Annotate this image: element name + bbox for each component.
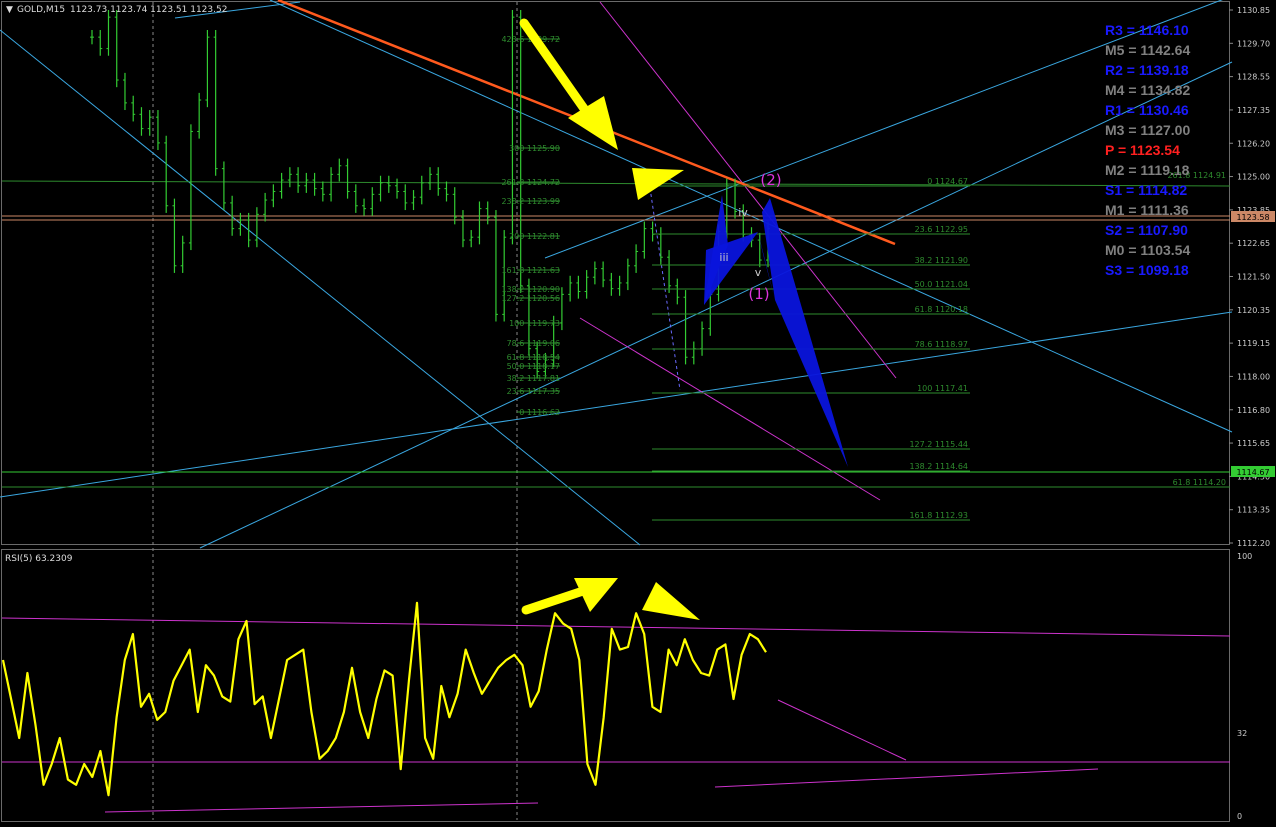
fib-level-label: 50.0 1118.17 <box>507 362 560 371</box>
price-axis-label: 1120.35 <box>1237 306 1270 315</box>
rsi-axis-label: 32 <box>1237 729 1247 738</box>
fib-level-label: 138.2 1114.64 <box>909 462 968 471</box>
wave-label-2: (2) <box>760 171 781 189</box>
rsi-axis-label: 100 <box>1237 552 1252 561</box>
fib-level-label: 38.2 1121.90 <box>915 256 968 265</box>
pivot-level-label: P = 1123.54 <box>1105 142 1180 158</box>
price-axis-label: 1116.80 <box>1237 406 1270 415</box>
price-axis-label: 1130.85 <box>1237 6 1270 15</box>
price-axis-label: 1129.70 <box>1237 39 1270 48</box>
fib-level-label: 261.8 1124.72 <box>501 178 560 187</box>
chart-window[interactable]: 423.6 1129.72 300 1125.90 261.8 1124.72 238… <box>0 0 1276 823</box>
rsi-axis-label: 0 <box>1237 812 1242 821</box>
price-axis-label: 1126.20 <box>1237 139 1270 148</box>
price-axis-label: 1115.65 <box>1237 439 1270 448</box>
price-axis-label: 1127.35 <box>1237 106 1270 115</box>
chart-background <box>0 0 1276 823</box>
pivot-level-label: M0 = 1103.54 <box>1105 242 1190 258</box>
wave-label-iv: iv <box>738 206 748 219</box>
pivot-level-label: S3 = 1099.18 <box>1105 262 1189 278</box>
pivot-level-label: M2 = 1119.18 <box>1105 162 1190 178</box>
fib-level-label: 61.8 1120.18 <box>915 305 968 314</box>
pivot-level-label: R2 = 1139.18 <box>1105 62 1189 78</box>
chart-canvas[interactable]: 423.6 1129.72300 1125.90261.8 1124.72238… <box>0 0 1276 823</box>
price-axis-label: 1122.65 <box>1237 239 1270 248</box>
fib-level-label: 78.6 1119.06 <box>507 339 560 348</box>
fib-level-label: 127.2 1120.56 <box>501 294 560 303</box>
fib-level-label: 161.8 1112.93 <box>909 511 968 520</box>
level-price-value: 1114.67 <box>1236 468 1269 477</box>
header-ohlc: 1123.73 1123.74 1123.51 1123.52 <box>70 5 227 15</box>
fib-level-label: 0 1124.67 <box>927 177 968 186</box>
fib-level-label: 161.8 1121.63 <box>501 266 560 275</box>
fib-level-label: 78.6 1118.97 <box>915 340 968 349</box>
fib-level-label: 61.8 1114.20 <box>1173 478 1226 487</box>
pivot-level-label: M1 = 1111.36 <box>1105 202 1189 218</box>
price-axis-label: 1128.55 <box>1237 73 1270 82</box>
rsi-label: RSI(5) 63.2309 <box>5 554 73 564</box>
fib-level-label: 61.8 1118.54 <box>507 353 560 362</box>
pivot-level-label: S1 = 1114.82 <box>1105 182 1187 198</box>
fib-level-label: 200 1122.81 <box>509 232 560 241</box>
header-symbol: GOLD,M15 <box>17 5 65 15</box>
pivot-level-label: R3 = 1146.10 <box>1105 22 1189 38</box>
price-axis-label: 1125.00 <box>1237 173 1270 182</box>
fib-level-label: 23.6 1122.95 <box>915 225 968 234</box>
price-axis-label: 1119.15 <box>1237 339 1270 348</box>
fib-level-label: 23.6 1117.35 <box>507 387 560 396</box>
price-axis-label: 1113.35 <box>1237 506 1270 515</box>
pivot-level-label: R1 = 1130.46 <box>1105 102 1189 118</box>
pivot-level-label: M5 = 1142.64 <box>1105 42 1190 58</box>
fib-level-label: 238.2 1123.99 <box>501 197 560 206</box>
fib-level-label: 50.0 1121.04 <box>915 280 968 289</box>
fib-level-label: 0 1116.62 <box>519 408 560 417</box>
fib-level-label: 100 1119.73 <box>509 319 560 328</box>
price-axis-label: 1118.00 <box>1237 372 1270 381</box>
wave-label-iii: iii <box>719 251 728 264</box>
wave-label-v: v <box>755 266 762 279</box>
wave-label-1: (1) <box>748 285 769 303</box>
pivot-level-label: M4 = 1134.82 <box>1105 82 1190 98</box>
price-axis-label: 1121.50 <box>1237 273 1270 282</box>
fib-level-label: 38.2 1117.81 <box>507 374 560 383</box>
fib-level-label: 127.2 1115.44 <box>909 440 968 449</box>
fib-level-label: 100 1117.41 <box>917 384 968 393</box>
header-symbol-arrow: ▼ <box>6 5 13 15</box>
current-price-value: 1123.58 <box>1236 213 1269 222</box>
price-axis-label: 1112.20 <box>1237 539 1270 548</box>
fib-level-label: 138.2 1120.90 <box>501 285 560 294</box>
pivot-level-label: M3 = 1127.00 <box>1105 122 1190 138</box>
pivot-level-label: S2 = 1107.90 <box>1105 222 1188 238</box>
fib-level-label: 300 1125.90 <box>509 144 560 153</box>
